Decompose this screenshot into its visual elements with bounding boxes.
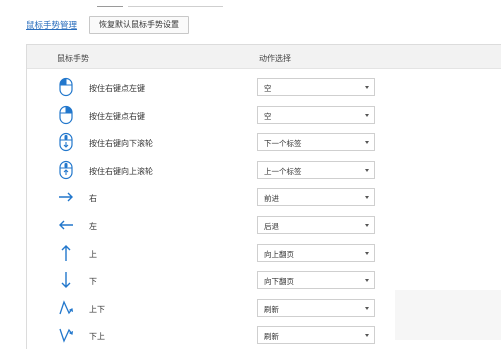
table-row: 上 向上翻页 (27, 240, 501, 268)
reset-default-button[interactable]: 恢复默认鼠标手势设置 (89, 16, 190, 34)
action-select[interactable]: 刷新 (257, 298, 375, 317)
gesture-label: 右 (89, 194, 97, 204)
gesture-label: 按住右键向下滚轮 (89, 139, 153, 149)
gesture-label: 按住右键向上滚轮 (89, 166, 153, 176)
arrow-right-icon (57, 187, 75, 207)
action-select[interactable]: 刷新 (257, 326, 375, 345)
arrow-down-icon (57, 270, 75, 290)
table-row: 按住右键向下滚轮 下一个标签 (27, 129, 501, 157)
gesture-label: 左 (89, 222, 97, 231)
mouse-right-click-icon (57, 77, 75, 97)
column-header-action: 动作选择 (259, 54, 291, 63)
gesture-label: 上下 (89, 304, 105, 314)
arrow-up-icon (57, 243, 75, 263)
gesture-label: 下 (89, 277, 97, 287)
table-row: 按住左键点右键 空 (27, 102, 501, 130)
dropdown-caret-icon (365, 334, 369, 338)
table-row: 左 后退 (27, 212, 501, 240)
top-tab-divider-left (97, 6, 123, 7)
action-select[interactable]: 前进 (257, 188, 375, 207)
action-select[interactable]: 上一个标签 (257, 160, 375, 179)
dropdown-caret-icon (365, 224, 369, 227)
gesture-label: 按住右键点左键 (89, 84, 145, 93)
action-select[interactable]: 向下翻页 (257, 271, 375, 290)
gesture-toolbar: 鼠标手势管理 恢复默认鼠标手势设置 (26, 16, 190, 34)
action-select[interactable]: 向上翻页 (257, 243, 375, 262)
action-select[interactable]: 空 (257, 78, 375, 96)
arrow-up-down-icon (57, 298, 75, 318)
dropdown-caret-icon (365, 168, 369, 172)
action-select[interactable]: 后退 (257, 216, 375, 234)
dropdown-caret-icon (365, 86, 369, 89)
dropdown-caret-icon (365, 251, 369, 255)
action-select[interactable]: 空 (257, 105, 375, 124)
dropdown-caret-icon (365, 196, 369, 200)
mouse-left-click-icon (57, 105, 75, 125)
arrow-down-up-icon (57, 325, 75, 345)
dropdown-caret-icon (365, 306, 369, 310)
gesture-label: 上 (89, 249, 97, 259)
gesture-label: 下上 (89, 332, 105, 342)
table-header: 鼠标手势 动作选择 (27, 45, 501, 69)
gesture-label: 按住左键点右键 (89, 111, 145, 121)
table-row: 按住右键点左键 空 (27, 74, 501, 102)
dropdown-caret-icon (365, 279, 369, 283)
dropdown-caret-icon (365, 113, 369, 117)
table-row: 右 前进 (27, 184, 501, 212)
watermark-overlay (395, 290, 501, 340)
column-header-gesture: 鼠标手势 (57, 54, 89, 63)
arrow-left-icon (57, 215, 75, 235)
table-row: 按住右键向上滚轮 上一个标签 (27, 157, 501, 185)
dropdown-caret-icon (365, 141, 369, 145)
gesture-manage-link[interactable]: 鼠标手势管理 (26, 19, 77, 31)
mouse-scroll-up-icon (57, 160, 75, 180)
mouse-scroll-down-icon (57, 132, 75, 152)
top-tab-divider-right (128, 6, 223, 7)
action-select[interactable]: 下一个标签 (257, 133, 375, 152)
